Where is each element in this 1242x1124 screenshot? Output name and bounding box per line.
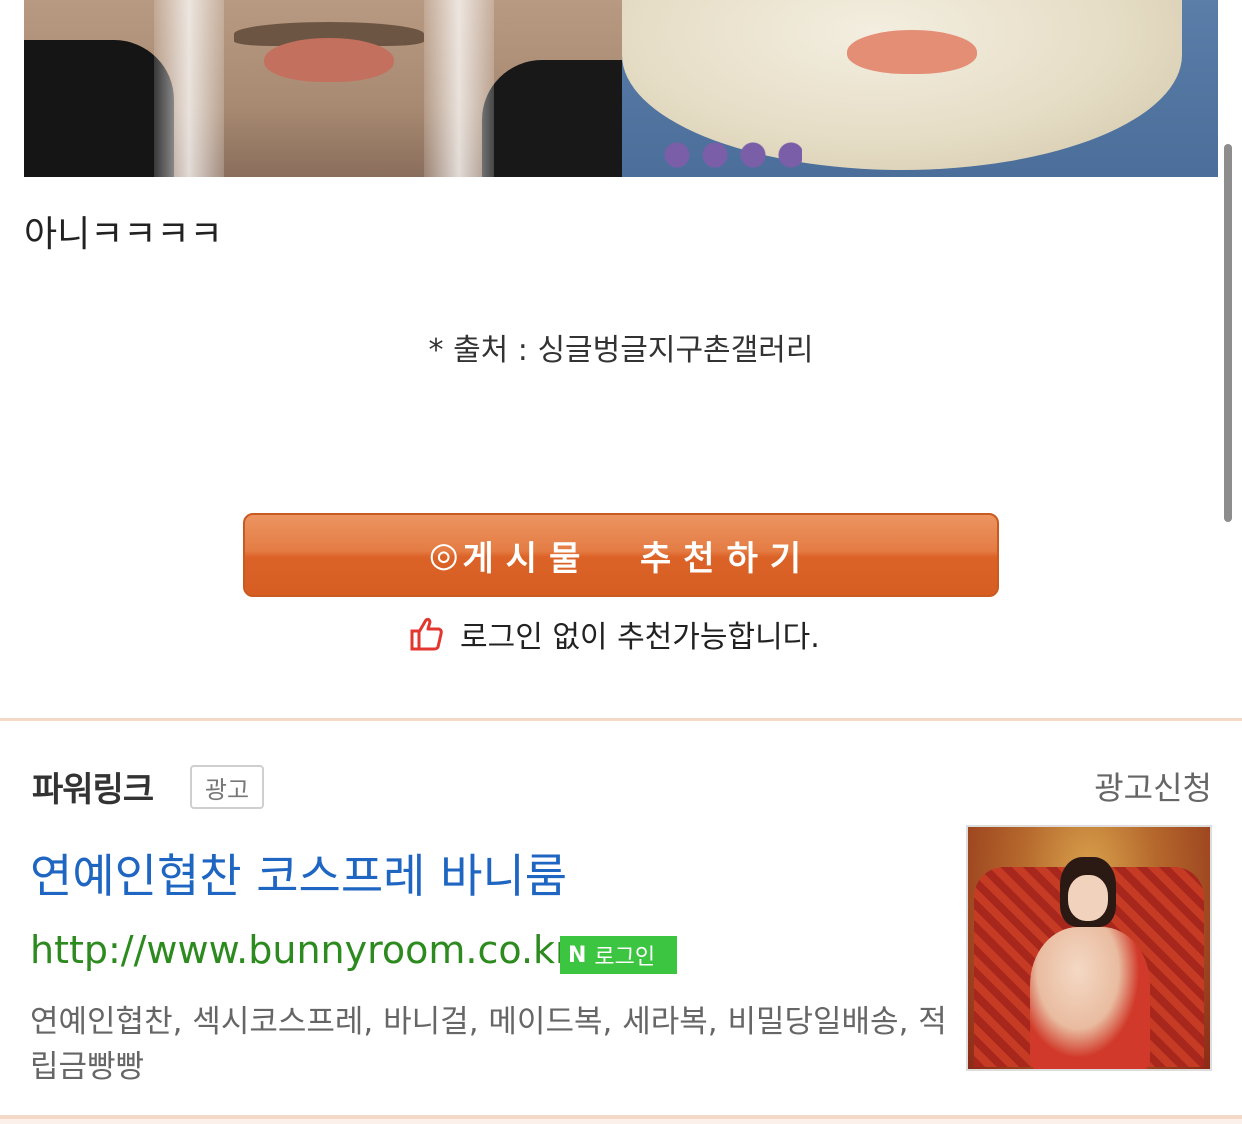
recommend-button[interactable]: ◎ 게시물 추천하기 [243,513,999,597]
naver-login-badge[interactable]: N 로그인 [560,936,677,974]
ad-badge: 광고 [190,765,264,809]
bottom-strip [0,1119,1242,1124]
ad-thumbnail[interactable] [966,825,1212,1071]
post-image [24,0,1218,177]
recommend-note-text: 로그인 없이 추천가능합니다. [460,620,820,655]
recommend-note: 로그인 없이 추천가능합니다. [410,612,820,656]
divider [0,718,1242,721]
scrollbar[interactable] [1224,144,1232,522]
ad-url-link[interactable]: http://www.bunnyroom.co.kr [30,928,571,972]
post-image-right [622,0,1218,177]
naver-n-icon: N [568,942,587,968]
powerlink-title: 파워링크 [32,770,154,810]
ad-title-link[interactable]: 연예인협찬 코스프레 바니룸 [30,840,567,906]
post-comment-text: 아니ㅋㅋㅋㅋ [24,214,223,255]
ad-description: 연예인협찬, 섹시코스프레, 바니걸, 메이드복, 세라복, 비밀당일배송, 적… [30,1004,947,1085]
post-source: * 출처 : 싱글벙글지구촌갤러리 [428,333,814,368]
target-icon: ◎ [428,535,459,575]
page: 아니ㅋㅋㅋㅋ * 출처 : 싱글벙글지구촌갤러리 ◎ 게시물 추천하기 로그인 … [0,0,1242,1124]
ad-apply-link[interactable]: 광고신청 [1094,763,1212,809]
post-image-left [24,0,622,177]
thumbs-up-icon [410,617,443,651]
recommend-button-label: 게시물 추천하기 [462,538,814,579]
naver-login-label: 로그인 [594,945,656,970]
